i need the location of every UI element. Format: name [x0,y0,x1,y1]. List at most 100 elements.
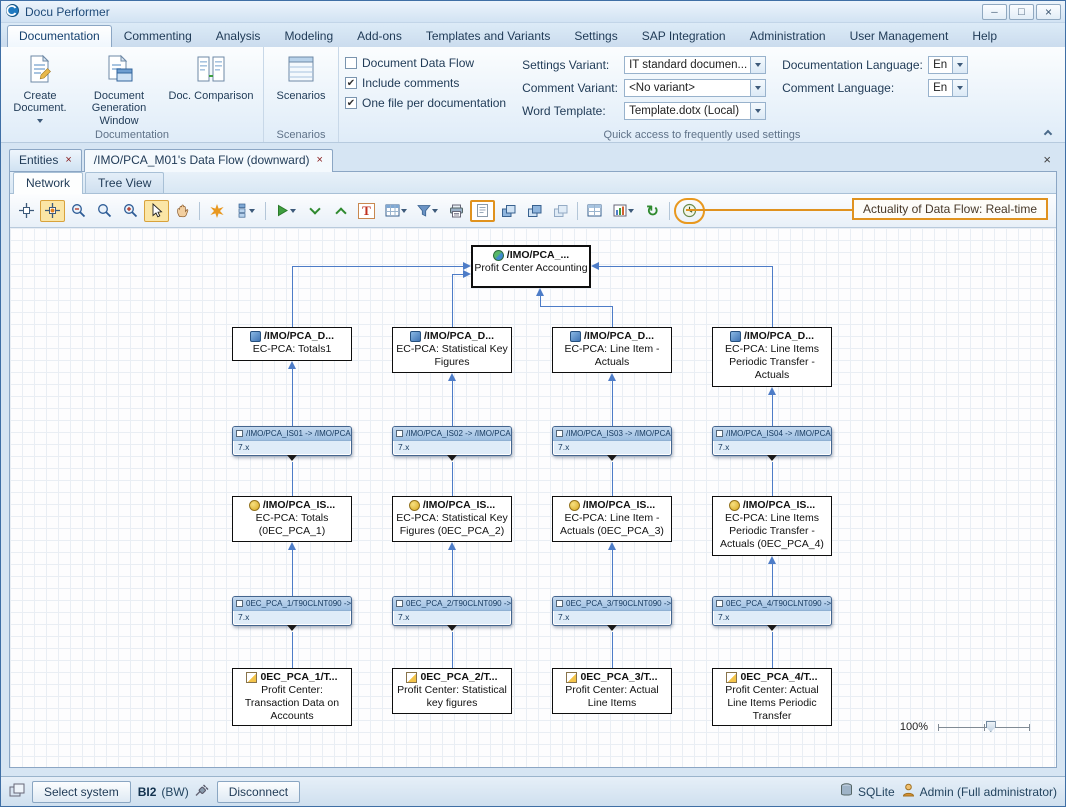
tab-network[interactable]: Network [13,172,83,194]
settings-variant-label: Settings Variant: [522,58,618,72]
combo-caret-button[interactable] [952,80,967,96]
diagram-node-transformation[interactable]: 0EC_PCA_3/T90CLNT090 -> /I... 7.x [552,596,672,626]
tab-documentation[interactable]: Documentation [7,25,112,47]
zoom-slider[interactable] [938,721,1030,733]
diagram-node-datastore[interactable]: /IMO/PCA_D... EC-PCA: Line Items Periodi… [712,327,832,387]
create-document-button[interactable]: Create Document. [7,50,73,127]
tab-sap-integration[interactable]: SAP Integration [630,25,738,47]
diagram-node-transformation[interactable]: /IMO/PCA_IS03 -> /IMO/PCA... 7.x [552,426,672,456]
table-icon[interactable] [582,200,607,222]
combo-caret-button[interactable] [952,57,967,73]
tab-templates-variants[interactable]: Templates and Variants [414,25,563,47]
diagram-node-infosource[interactable]: /IMO/PCA_IS... EC-PCA: Totals (0EC_PCA_1… [232,496,352,542]
diagram-node-datasource[interactable]: 0EC_PCA_3/T... Profit Center: Actual Lin… [552,668,672,714]
tab-addons[interactable]: Add-ons [345,25,414,47]
user-status[interactable]: Admin (Full administrator) [902,783,1057,800]
layout-direction-button[interactable] [230,200,261,222]
text-tool-icon[interactable]: T [354,200,379,222]
crosshair-icon[interactable] [14,200,39,222]
diagram-node-infosource[interactable]: /IMO/PCA_IS... EC-PCA: Statistical Key F… [392,496,512,542]
refresh-icon[interactable] [640,200,665,222]
windows-icon[interactable] [9,783,25,800]
layers-back-icon[interactable] [522,200,547,222]
combo-caret-button[interactable] [750,57,765,73]
diagram-node-transformation[interactable]: 0EC_PCA_2/T90CLNT090 -> /I... 7.x [392,596,512,626]
doc-comparison-button[interactable]: Doc. Comparison [165,50,257,127]
combo-caret-button[interactable] [750,80,765,96]
tab-user-management[interactable]: User Management [838,25,961,47]
diagram-node-datastore[interactable]: /IMO/PCA_D... EC-PCA: Line Item - Actual… [552,327,672,373]
flow-line [452,274,453,327]
select-system-button[interactable]: Select system [32,781,131,803]
checkbox-include-comments[interactable]: Include comments [345,76,506,90]
diagram-node-transformation[interactable]: /IMO/PCA_IS04 -> /IMO/PCA... 7.x [712,426,832,456]
grid-view-button[interactable] [380,200,411,222]
diagram-canvas[interactable]: /IMO/PCA_... Profit Center Accounting [10,228,1056,767]
chart-button[interactable] [608,200,639,222]
filter-button[interactable] [412,200,443,222]
infocube-icon [250,331,261,342]
auto-layout-icon[interactable] [204,200,229,222]
tab-administration[interactable]: Administration [738,25,838,47]
zoom-slider-handle[interactable] [986,721,996,732]
select-cursor-icon[interactable] [144,200,169,222]
zoom-out-icon[interactable] [66,200,91,222]
diagram-node-transformation[interactable]: 0EC_PCA_4/T90CLNT090 -> /I... 7.x [712,596,832,626]
diagram-node-infosource[interactable]: /IMO/PCA_IS... EC-PCA: Line Items Period… [712,496,832,556]
collapse-down-icon[interactable] [302,200,327,222]
tab-settings[interactable]: Settings [562,25,629,47]
pan-hand-icon[interactable] [170,200,195,222]
titlebar[interactable]: Docu Performer [1,1,1065,23]
diagram-node-datasource[interactable]: 0EC_PCA_2/T... Profit Center: Statistica… [392,668,512,714]
tab-help[interactable]: Help [960,25,1009,47]
app-icon [5,3,20,21]
settings-variant-select[interactable]: IT standard documen... [624,56,766,74]
align-layers-icon[interactable] [548,200,573,222]
print-icon[interactable] [444,200,469,222]
diagram-node-datastore[interactable]: /IMO/PCA_D... EC-PCA: Totals1 [232,327,352,361]
go-forward-button[interactable] [270,200,301,222]
layers-front-icon[interactable] [496,200,521,222]
diagram-node-datasource[interactable]: 0EC_PCA_4/T... Profit Center: Actual Lin… [712,668,832,726]
checkbox-document-data-flow[interactable]: Document Data Flow [345,56,506,70]
chevron-down-icon [755,109,761,113]
documentation-language-select[interactable]: En [928,56,968,74]
close-tab-icon[interactable] [317,155,323,166]
anchor-crosshair-icon[interactable] [40,200,65,222]
diagram-node-transformation[interactable]: 0EC_PCA_1/T90CLNT090 -> /I... 7.x [232,596,352,626]
diagram-node-infoarea[interactable]: /IMO/PCA_... Profit Center Accounting [471,245,591,288]
diagram-node-datasource[interactable]: 0EC_PCA_1/T... Profit Center: Transactio… [232,668,352,726]
close-pane-icon[interactable] [1043,152,1051,167]
tab-analysis[interactable]: Analysis [204,25,273,47]
minimize-button[interactable] [982,4,1007,20]
doc-tab-entities[interactable]: Entities [9,149,82,171]
zoom-in-icon[interactable] [118,200,143,222]
diagram-node-datastore[interactable]: /IMO/PCA_D... EC-PCA: Statistical Key Fi… [392,327,512,373]
tab-modeling[interactable]: Modeling [272,25,345,47]
diagram-node-transformation[interactable]: /IMO/PCA_IS02 -> /IMO/PCA... 7.x [392,426,512,456]
expand-up-icon[interactable] [328,200,353,222]
zoom-reset-icon[interactable] [92,200,117,222]
highlight-page-icon[interactable] [470,200,495,222]
connector-notch-icon [607,455,617,461]
word-template-select[interactable]: Template.dotx (Local) [624,102,766,120]
connector-notch-icon [607,625,617,631]
tab-tree-view[interactable]: Tree View [85,172,164,193]
combo-caret-button[interactable] [750,103,765,119]
doc-tab-data-flow[interactable]: /IMO/PCA_M01's Data Flow (downward) [84,149,333,172]
close-button[interactable] [1036,4,1061,20]
document-generation-window-button[interactable]: Document Generation Window [73,50,165,127]
disconnect-button[interactable]: Disconnect [217,781,300,803]
flow-line [772,632,773,668]
diagram-node-transformation[interactable]: /IMO/PCA_IS01 -> /IMO/PCA... 7.x [232,426,352,456]
maximize-button[interactable] [1009,4,1034,20]
collapse-ribbon-button[interactable] [1039,125,1057,139]
comment-variant-select[interactable]: <No variant> [624,79,766,97]
comment-language-select[interactable]: En [928,79,968,97]
close-tab-icon[interactable] [65,155,71,166]
checkbox-one-file-per-documentation[interactable]: One file per documentation [345,96,506,110]
diagram-node-infosource[interactable]: /IMO/PCA_IS... EC-PCA: Line Item - Actua… [552,496,672,542]
tab-commenting[interactable]: Commenting [112,25,204,47]
flow-line [772,395,773,426]
scenarios-button[interactable]: Scenarios [270,50,332,127]
